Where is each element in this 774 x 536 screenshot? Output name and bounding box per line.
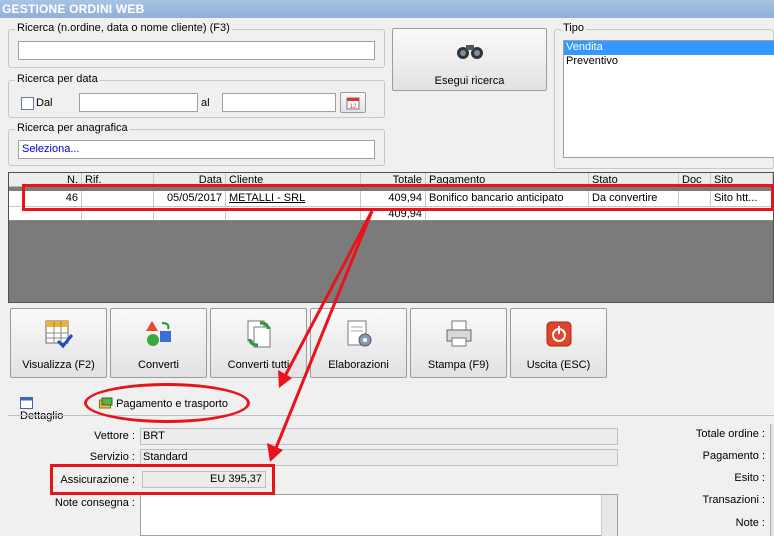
- processing-button-label: Elaborazioni: [328, 359, 389, 371]
- esito-label: Esito :: [734, 472, 765, 484]
- note-summary-label: Note :: [735, 517, 765, 529]
- processing-button[interactable]: Elaborazioni: [310, 308, 407, 378]
- convert-button-label: Converti: [138, 359, 179, 371]
- note-consegna-label: Note consegna :: [54, 497, 135, 509]
- convert-all-button-label: Converti tutti: [227, 359, 290, 371]
- highlight-tab-ellipse: [84, 383, 250, 423]
- convert-all-button[interactable]: Converti tutti: [210, 308, 307, 378]
- type-option-vendita[interactable]: Vendita: [564, 41, 774, 55]
- document-gear-icon: [347, 320, 372, 347]
- vettore-label: Vettore :: [94, 430, 135, 442]
- svg-text:12: 12: [350, 104, 357, 110]
- type-listbox[interactable]: Vendita Preventivo: [563, 40, 774, 158]
- search-label: Ricerca (n.ordine, data o nome cliente) …: [15, 22, 232, 34]
- convert-shapes-icon: [146, 321, 171, 346]
- registry-search-label: Ricerca per anagrafica: [15, 122, 130, 134]
- date-search-label: Ricerca per data: [15, 73, 100, 85]
- power-exit-icon: [546, 321, 572, 347]
- view-button-label: Visualizza (F2): [22, 359, 95, 371]
- tab-dettaglio-label: Dettaglio: [20, 410, 64, 422]
- registry-select-field[interactable]: Seleziona...: [18, 140, 375, 159]
- grid-check-icon: [45, 320, 74, 349]
- note-consegna-field[interactable]: [140, 494, 618, 536]
- note-scrollbar[interactable]: [601, 495, 617, 536]
- printer-icon: [446, 320, 472, 347]
- servizio-label: Servizio :: [89, 451, 135, 463]
- from-date-field[interactable]: [79, 93, 198, 112]
- convert-button[interactable]: Converti: [110, 308, 207, 378]
- from-date-label: Dal: [36, 97, 53, 109]
- from-date-checkbox[interactable]: [21, 97, 34, 110]
- totale-ordine-label: Totale ordine :: [695, 428, 765, 440]
- registry-search-group: Ricerca per anagrafica Seleziona...: [8, 122, 385, 166]
- exit-button-label: Uscita (ESC): [526, 359, 591, 371]
- run-search-button[interactable]: Esegui ricerca: [392, 28, 547, 91]
- view-button[interactable]: Visualizza (F2): [10, 308, 107, 378]
- to-date-field[interactable]: [222, 93, 336, 112]
- type-option-preventivo[interactable]: Preventivo: [564, 55, 774, 69]
- table-icon: [20, 397, 33, 409]
- window-title: GESTIONE ORDINI WEB: [0, 0, 774, 18]
- binoculars-icon: [457, 45, 483, 59]
- transazioni-label: Transazioni :: [702, 494, 765, 506]
- date-search-group: Ricerca per data Dal al 12: [8, 73, 385, 118]
- search-input[interactable]: [18, 41, 375, 60]
- exit-button[interactable]: Uscita (ESC): [510, 308, 607, 378]
- type-group: Tipo Vendita Preventivo: [554, 22, 774, 169]
- to-date-label: al: [201, 97, 210, 109]
- summary-field-edge: [770, 424, 774, 536]
- calendar-icon: 12: [346, 97, 360, 110]
- pagamento-summary-label: Pagamento :: [702, 450, 765, 462]
- search-group: Ricerca (n.ordine, data o nome cliente) …: [8, 22, 385, 68]
- calendar-button[interactable]: 12: [340, 92, 366, 113]
- print-button[interactable]: Stampa (F9): [410, 308, 507, 378]
- print-button-label: Stampa (F9): [427, 359, 490, 371]
- tab-dettaglio[interactable]: Dettaglio: [14, 393, 84, 422]
- highlight-assicurazione: [50, 464, 275, 495]
- type-label: Tipo: [561, 22, 586, 34]
- vettore-field[interactable]: BRT: [140, 428, 618, 445]
- run-search-label: Esegui ricerca: [434, 75, 505, 87]
- convert-all-icon: [247, 320, 271, 348]
- highlight-order-row: [22, 184, 774, 211]
